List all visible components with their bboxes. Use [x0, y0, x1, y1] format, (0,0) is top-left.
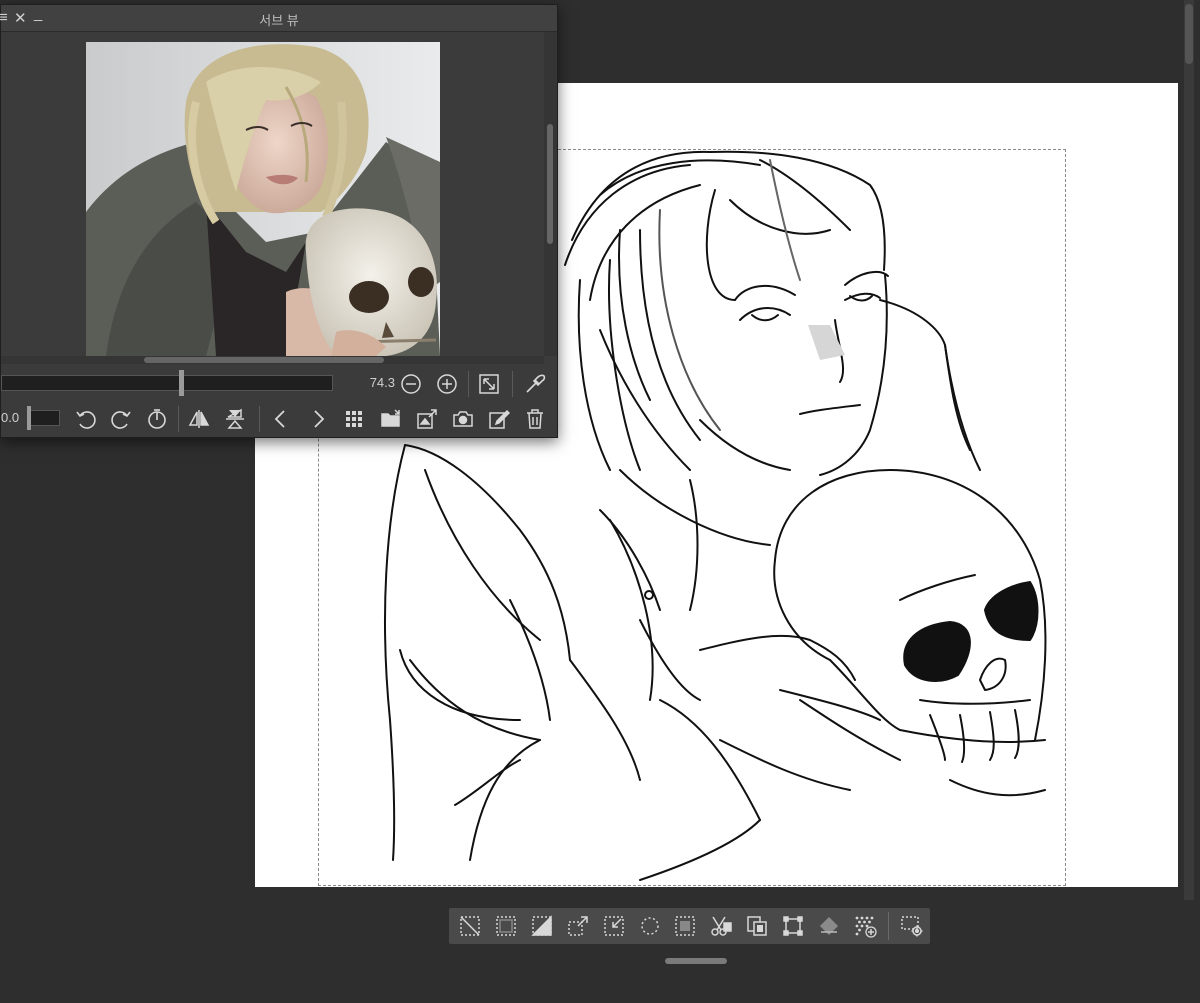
subview-image-area[interactable] — [1, 32, 544, 356]
subview-hscroll-thumb[interactable] — [144, 357, 384, 363]
zoom-slider[interactable] — [1, 375, 333, 391]
fit-to-view-icon[interactable] — [476, 371, 502, 397]
flip-vertical-icon[interactable] — [222, 406, 248, 432]
deselect-icon[interactable] — [452, 910, 488, 942]
subview-titlebar[interactable]: ≡ ✕ _ 서브 뷰 — [0, 5, 557, 32]
subview-window: ≡ ✕ _ 서브 뷰 74.3 0.0 — [0, 4, 558, 438]
selection-border-icon[interactable] — [668, 910, 704, 942]
next-icon[interactable] — [305, 406, 331, 432]
rotation-slider[interactable] — [28, 410, 60, 426]
grid-icon[interactable] — [341, 406, 367, 432]
camera-icon[interactable] — [450, 406, 476, 432]
selection-launcher — [449, 908, 930, 944]
zoom-out-icon[interactable] — [398, 371, 424, 397]
separator — [512, 371, 513, 397]
rotation-value: 0.0 — [1, 410, 20, 425]
rotation-slider-handle[interactable] — [27, 406, 31, 430]
zoom-slider-handle[interactable] — [179, 370, 184, 396]
trash-icon[interactable] — [522, 406, 548, 432]
flip-horizontal-icon[interactable] — [186, 406, 212, 432]
zoom-row: 74.3 — [1, 367, 557, 399]
select-all-icon[interactable] — [488, 910, 524, 942]
subview-toolbar: 0.0 — [1, 401, 557, 437]
eyedropper-icon[interactable] — [522, 371, 548, 397]
launcher-drag-handle[interactable] — [665, 958, 727, 964]
previous-icon[interactable] — [268, 406, 294, 432]
rotate-left-icon[interactable] — [73, 406, 99, 432]
separator — [178, 406, 179, 432]
import-icon[interactable] — [414, 406, 440, 432]
select-similar-icon[interactable] — [632, 910, 668, 942]
rotate-right-icon[interactable] — [108, 406, 134, 432]
subview-vscroll-thumb[interactable] — [547, 124, 553, 244]
invert-selection-icon[interactable] — [524, 910, 560, 942]
subview-vertical-scrollbar[interactable] — [544, 32, 557, 356]
zoom-in-icon[interactable] — [434, 371, 460, 397]
zoom-value: 74.3 — [369, 375, 395, 390]
transform-icon[interactable] — [775, 910, 811, 942]
edit-icon[interactable] — [486, 406, 512, 432]
launcher-settings-icon[interactable] — [894, 910, 930, 942]
cut-paste-icon[interactable] — [703, 910, 739, 942]
expand-selection-icon[interactable] — [560, 910, 596, 942]
add-screentone-icon[interactable] — [847, 910, 883, 942]
reset-rotation-icon[interactable] — [144, 406, 170, 432]
separator — [468, 371, 469, 397]
subview-horizontal-scrollbar[interactable] — [1, 356, 544, 364]
open-file-icon[interactable] — [378, 406, 404, 432]
subview-title: 서브 뷰 — [259, 13, 299, 28]
shrink-selection-icon[interactable] — [596, 910, 632, 942]
separator — [259, 406, 260, 432]
copy-paste-icon[interactable] — [739, 910, 775, 942]
fill-icon[interactable] — [811, 910, 847, 942]
reference-photo[interactable] — [86, 42, 440, 356]
launcher-separator — [888, 912, 890, 940]
